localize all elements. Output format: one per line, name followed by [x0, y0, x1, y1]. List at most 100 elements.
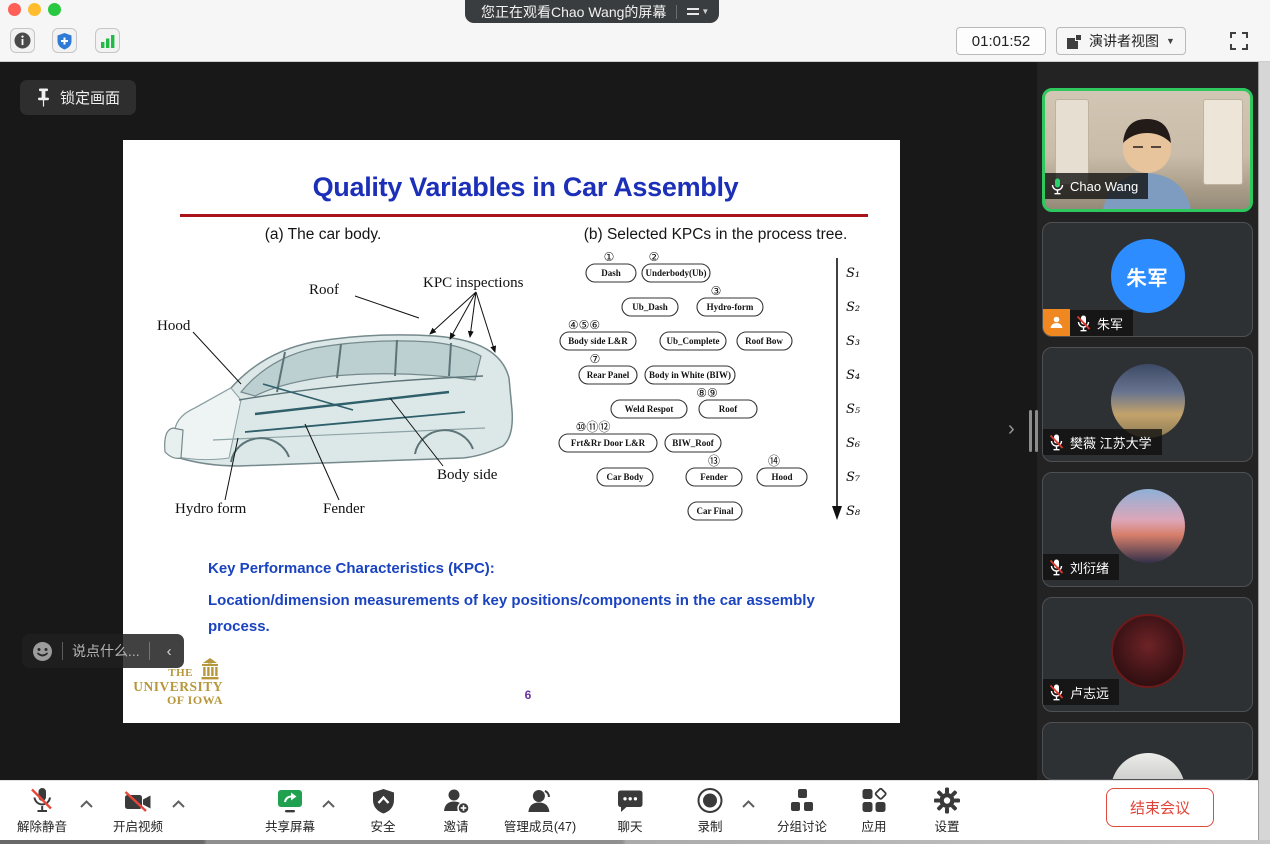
stage-label: S₅	[846, 402, 861, 417]
participant-name-label: 刘衍绪	[1043, 554, 1119, 580]
kpc-number-mark: ①	[604, 250, 615, 264]
participant-name: Chao Wang	[1070, 179, 1138, 194]
start-video-button[interactable]: 开启视频	[113, 786, 163, 835]
chat-quick-input[interactable]: 说点什么... ‹	[22, 634, 184, 668]
macos-minimize-button[interactable]	[28, 3, 41, 16]
participant-tile-partial[interactable]	[1042, 722, 1253, 780]
kpc-number-mark: ⑩⑪⑫	[576, 420, 611, 434]
stage-label: S₇	[846, 470, 861, 485]
participant-name: 刘衍绪	[1070, 558, 1109, 577]
caption-kpc-tree: (b) Selected KPCs in the process tree.	[548, 226, 883, 244]
screen-options-menu-icon[interactable]: ▼	[687, 7, 709, 16]
sidebar-collapse-chevron[interactable]: ›	[1008, 418, 1015, 441]
participant-tile-fanwei[interactable]: 樊薇 江苏大学	[1042, 347, 1253, 462]
kpc-number-mark: ③	[711, 284, 722, 298]
participant-tile-zhujun[interactable]: 朱军 朱军	[1042, 222, 1253, 337]
tree-node: Dash	[601, 268, 621, 278]
toolbar-label: 解除静音	[17, 816, 67, 835]
toolbar-label: 聊天	[617, 816, 642, 835]
signal-bars-icon	[100, 34, 116, 48]
breakout-rooms-icon	[789, 788, 815, 814]
mic-muted-icon	[1049, 559, 1064, 576]
sidebar-resize-handle[interactable]	[1029, 410, 1038, 452]
kpc-number-mark: ②	[649, 250, 660, 264]
chat-collapse-button[interactable]: ‹	[159, 643, 180, 660]
car-label-body-side: Body side	[437, 467, 498, 483]
tree-node: Ub_Dash	[632, 302, 668, 312]
video-options-chevron[interactable]	[172, 795, 185, 813]
apps-grid-icon	[861, 787, 888, 814]
info-icon	[14, 32, 31, 49]
caption-car-body: (a) The car body.	[208, 226, 438, 244]
slide-page-number: 6	[123, 688, 933, 702]
apps-button[interactable]: 应用	[861, 786, 888, 835]
participants-video-sidebar: Chao Wang 朱军 朱军	[1037, 62, 1258, 780]
chevron-down-icon: ▼	[1166, 36, 1175, 46]
participant-tile-luzhiyuan[interactable]: 卢志远	[1042, 597, 1253, 712]
end-meeting-button[interactable]: 结束会议	[1106, 788, 1214, 827]
kpc-heading: Key Performance Characteristics (KPC):	[208, 560, 495, 577]
toolbar-label: 应用	[861, 816, 886, 835]
tree-node: Frt&Rr Door L&R	[571, 438, 646, 448]
participant-avatar	[1111, 489, 1185, 563]
network-stats-button[interactable]	[95, 28, 120, 53]
old-capitol-icon	[197, 658, 223, 680]
record-button[interactable]: 录制	[697, 786, 724, 835]
emoji-smiley-icon[interactable]	[32, 641, 53, 662]
participant-tile-liuyanxu[interactable]: 刘衍绪	[1042, 472, 1253, 587]
meeting-info-button[interactable]	[10, 28, 35, 53]
manage-participants-button[interactable]: 管理成员(47)	[504, 786, 576, 835]
meeting-timer: 01:01:52	[956, 27, 1046, 55]
chat-bubble-icon	[617, 789, 644, 814]
chat-input-placeholder[interactable]: 说点什么...	[72, 641, 140, 661]
kpc-number-mark: ⑬	[708, 454, 720, 468]
macos-zoom-button[interactable]	[48, 3, 61, 16]
breakout-rooms-button[interactable]: 分组讨论	[777, 786, 827, 835]
unmute-button[interactable]: 解除静音	[17, 786, 67, 835]
tree-node: Body side L&R	[568, 336, 628, 346]
tree-node: Roof	[719, 404, 738, 414]
participant-tile-chao-wang[interactable]: Chao Wang	[1042, 88, 1253, 212]
toolbar-label: 设置	[934, 816, 959, 835]
participant-name-label: 朱军	[1070, 310, 1133, 336]
window-titlebar: 您正在观看Chao Wang的屏幕 ▼ 01:01:52 演讲者视图 ▼	[0, 0, 1270, 62]
tree-node: Roof Bow	[745, 336, 783, 346]
participant-avatar	[1111, 614, 1185, 688]
tree-node: Underbody(Ub)	[645, 268, 706, 278]
tree-node: Body in White (BIW)	[649, 370, 731, 380]
record-icon	[697, 787, 724, 814]
mic-muted-icon	[1076, 315, 1091, 332]
toolbar-label: 共享屏幕	[265, 816, 315, 835]
slide-title: Quality Variables in Car Assembly	[123, 172, 900, 203]
settings-button[interactable]: 设置	[934, 786, 961, 835]
tree-node: Car Final	[696, 506, 734, 516]
encryption-button[interactable]	[52, 28, 77, 53]
toolbar-label: 邀请	[443, 816, 468, 835]
view-mode-label: 演讲者视图	[1089, 31, 1159, 51]
invite-person-icon	[442, 788, 470, 814]
record-options-chevron[interactable]	[742, 795, 755, 813]
mic-muted-icon	[29, 787, 55, 814]
audio-options-chevron[interactable]	[80, 795, 93, 813]
chat-pill-divider	[149, 642, 150, 660]
logo-line-university: UNIVERSITY	[131, 680, 223, 694]
share-screen-button[interactable]: 共享屏幕	[265, 786, 315, 835]
tree-node: Hydro-form	[707, 302, 754, 312]
car-body-figure: Hood Roof KPC inspections Body side Fend…	[143, 260, 553, 527]
banner-divider	[676, 5, 677, 19]
kpc-number-mark: ⑧⑨	[696, 386, 718, 400]
share-options-chevron[interactable]	[322, 795, 335, 813]
security-button[interactable]: 安全	[370, 786, 395, 835]
view-mode-dropdown[interactable]: 演讲者视图 ▼	[1056, 27, 1186, 55]
watching-screen-banner: 您正在观看Chao Wang的屏幕 ▼	[465, 0, 719, 23]
chat-button[interactable]: 聊天	[617, 786, 644, 835]
macos-close-button[interactable]	[8, 3, 21, 16]
pin-icon	[36, 88, 51, 107]
pin-screen-button[interactable]: 锁定画面	[20, 80, 136, 115]
invite-button[interactable]: 邀请	[442, 786, 470, 835]
kpc-number-mark: ⑦	[590, 352, 601, 366]
participant-name: 樊薇 江苏大学	[1070, 433, 1152, 452]
fullscreen-icon	[1229, 31, 1249, 51]
car-label-fender: Fender	[323, 501, 365, 517]
fullscreen-button[interactable]	[1226, 28, 1252, 54]
